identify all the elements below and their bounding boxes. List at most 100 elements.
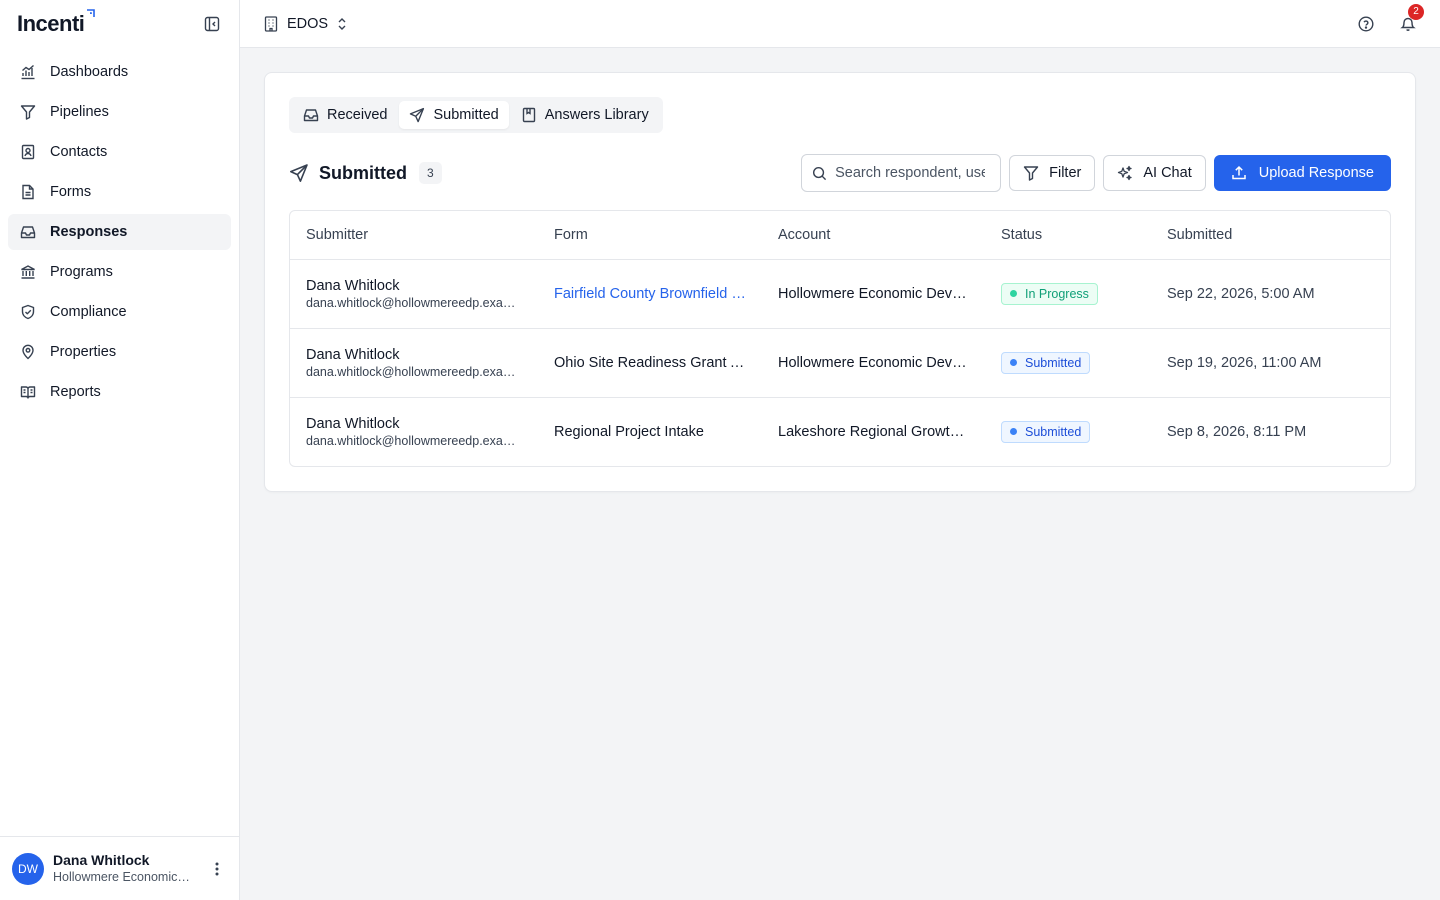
org-switcher[interactable]: EDOS bbox=[264, 16, 347, 32]
sidebar-item-dashboards[interactable]: Dashboards bbox=[8, 54, 231, 90]
column-header-account[interactable]: Account bbox=[762, 211, 985, 260]
filter-button[interactable]: Filter bbox=[1009, 155, 1096, 191]
avatar: DW bbox=[12, 852, 44, 885]
send-icon bbox=[409, 107, 425, 123]
sidebar-collapse-icon[interactable] bbox=[203, 15, 221, 33]
bank-icon bbox=[20, 264, 36, 280]
sidebar-item-label: Compliance bbox=[50, 304, 127, 320]
submitter-email: dana.whitlock@hollowmereedp.example.com bbox=[306, 364, 522, 379]
submitted-date: Sep 22, 2026, 5:00 AM bbox=[1167, 285, 1315, 302]
cell-submitted: Sep 8, 2026, 8:11 PM bbox=[1151, 397, 1390, 466]
status-label: In Progress bbox=[1025, 286, 1089, 301]
search-box[interactable] bbox=[801, 154, 1002, 192]
cell-submitted: Sep 19, 2026, 11:00 AM bbox=[1151, 328, 1390, 398]
notification-badge: 2 bbox=[1408, 3, 1424, 20]
list-title: Submitted bbox=[319, 162, 407, 183]
filter-icon bbox=[20, 104, 36, 120]
sidebar: Incenti Dashboards Pipelines Contacts Forms… bbox=[0, 0, 240, 900]
sidebar-item-label: Reports bbox=[50, 384, 101, 400]
table-row[interactable]: Dana Whitlock dana.whitlock@hollowmereedp… bbox=[290, 259, 1390, 329]
responses-tabs: Received Submitted Answers Library bbox=[289, 97, 663, 133]
org-name: EDOS bbox=[287, 15, 329, 32]
list-header: Submitted 3 Search respondent, user, for… bbox=[289, 154, 1391, 192]
status-dot bbox=[1010, 359, 1017, 366]
bell-icon[interactable]: 2 bbox=[1398, 3, 1424, 34]
cell-account: Hollowmere Economic Development Partners… bbox=[762, 328, 985, 398]
tab-received[interactable]: Received bbox=[293, 101, 397, 129]
column-header-form[interactable]: Form bbox=[538, 211, 762, 260]
brand-mark-icon bbox=[87, 9, 96, 17]
sidebar-item-label: Properties bbox=[50, 344, 117, 360]
tab-submitted[interactable]: Submitted bbox=[399, 101, 509, 129]
tab-label: Received bbox=[327, 107, 388, 123]
shield-check-icon bbox=[20, 304, 36, 320]
submitted-date: Sep 8, 2026, 8:11 PM bbox=[1167, 423, 1307, 440]
status-label: Submitted bbox=[1025, 424, 1082, 439]
cell-submitter: Dana Whitlock dana.whitlock@hollowmereedp… bbox=[290, 328, 538, 398]
account-name: Hollowmere Economic Development Partners… bbox=[778, 285, 969, 302]
sidebar-nav: Dashboards Pipelines Contacts Forms Response… bbox=[0, 48, 239, 416]
sidebar-item-responses[interactable]: Responses bbox=[8, 214, 231, 250]
user-name: Dana Whitlock bbox=[53, 852, 150, 868]
responses-card: Received Submitted Answers Library Submitt… bbox=[264, 72, 1416, 492]
sidebar-item-label: Responses bbox=[50, 224, 128, 240]
cell-submitter: Dana Whitlock dana.whitlock@hollowmereedp… bbox=[290, 259, 538, 329]
status-dot bbox=[1010, 428, 1017, 436]
cell-submitter: Dana Whitlock dana.whitlock@hollowmereedp… bbox=[290, 397, 538, 466]
sidebar-item-label: Forms bbox=[50, 184, 92, 200]
status-label: Submitted bbox=[1025, 355, 1082, 370]
sidebar-item-compliance[interactable]: Compliance bbox=[8, 294, 231, 330]
help-icon[interactable] bbox=[1356, 14, 1376, 34]
search-icon bbox=[812, 166, 827, 181]
topbar-actions: 2 bbox=[1356, 3, 1424, 34]
more-vertical-icon[interactable] bbox=[207, 859, 227, 879]
table-row[interactable]: Dana Whitlock dana.whitlock@hollowmereedp… bbox=[290, 328, 1390, 398]
table-row[interactable]: Dana Whitlock dana.whitlock@hollowmereedp… bbox=[290, 397, 1390, 466]
status-badge: In Progress bbox=[1001, 282, 1098, 305]
sidebar-item-reports[interactable]: Reports bbox=[8, 374, 231, 410]
sidebar-item-pipelines[interactable]: Pipelines bbox=[8, 94, 231, 130]
inbox-icon bbox=[20, 224, 36, 240]
column-header-submitter[interactable]: Submitter bbox=[290, 211, 538, 260]
upload-icon bbox=[1231, 165, 1247, 181]
cell-status: Submitted bbox=[985, 328, 1151, 398]
upload-response-button[interactable]: Upload Response bbox=[1213, 155, 1391, 191]
brand-logo[interactable]: Incenti bbox=[17, 9, 96, 37]
cell-account: Hollowmere Economic Development Partners… bbox=[762, 259, 985, 329]
form-name: Ohio Site Readiness Grant Application bbox=[554, 354, 746, 371]
sidebar-item-properties[interactable]: Properties bbox=[8, 334, 231, 370]
submitter-name: Dana Whitlock bbox=[306, 415, 400, 432]
book-open-icon bbox=[20, 384, 36, 400]
upload-response-label: Upload Response bbox=[1258, 165, 1374, 181]
user-org: Hollowmere Economic Development Partners… bbox=[53, 870, 193, 884]
search-input[interactable] bbox=[835, 165, 986, 181]
cell-account: Lakeshore Regional Growth Alliance bbox=[762, 397, 985, 466]
sidebar-item-forms[interactable]: Forms bbox=[8, 174, 231, 210]
column-header-submitted[interactable]: Submitted bbox=[1151, 211, 1390, 260]
map-pin-icon bbox=[20, 344, 36, 360]
form-name[interactable]: Fairfield County Brownfield Redevelopmen… bbox=[554, 286, 746, 302]
sidebar-item-programs[interactable]: Programs bbox=[8, 254, 231, 290]
list-title-group: Submitted 3 bbox=[289, 162, 442, 184]
sidebar-item-contacts[interactable]: Contacts bbox=[8, 134, 231, 170]
cell-form: Regional Project Intake bbox=[538, 397, 762, 466]
send-icon bbox=[289, 163, 309, 183]
cell-submitted: Sep 22, 2026, 5:00 AM bbox=[1151, 259, 1390, 329]
user-meta: Dana Whitlock Hollowmere Economic Develo… bbox=[53, 852, 198, 885]
column-header-status[interactable]: Status bbox=[985, 211, 1151, 260]
topbar: EDOS 2 bbox=[240, 0, 1440, 48]
tab-answers-library[interactable]: Answers Library bbox=[511, 101, 659, 129]
sidebar-user[interactable]: DW Dana Whitlock Hollowmere Economic Dev… bbox=[0, 836, 239, 900]
cell-form: Ohio Site Readiness Grant Application bbox=[538, 328, 762, 398]
sidebar-header: Incenti bbox=[0, 0, 239, 48]
account-name: Hollowmere Economic Development Partners… bbox=[778, 354, 969, 371]
ai-chat-button[interactable]: AI Chat bbox=[1103, 155, 1206, 191]
building-icon bbox=[264, 15, 278, 32]
sparkles-icon bbox=[1117, 165, 1133, 181]
tab-label: Answers Library bbox=[544, 107, 649, 123]
status-badge: Submitted bbox=[1001, 351, 1091, 374]
table-body: Dana Whitlock dana.whitlock@hollowmereedp… bbox=[290, 259, 1390, 466]
ai-chat-label: AI Chat bbox=[1143, 165, 1192, 181]
list-actions: Filter AI Chat Upload Resp bbox=[801, 154, 1391, 192]
submitter-name: Dana Whitlock bbox=[306, 277, 400, 294]
